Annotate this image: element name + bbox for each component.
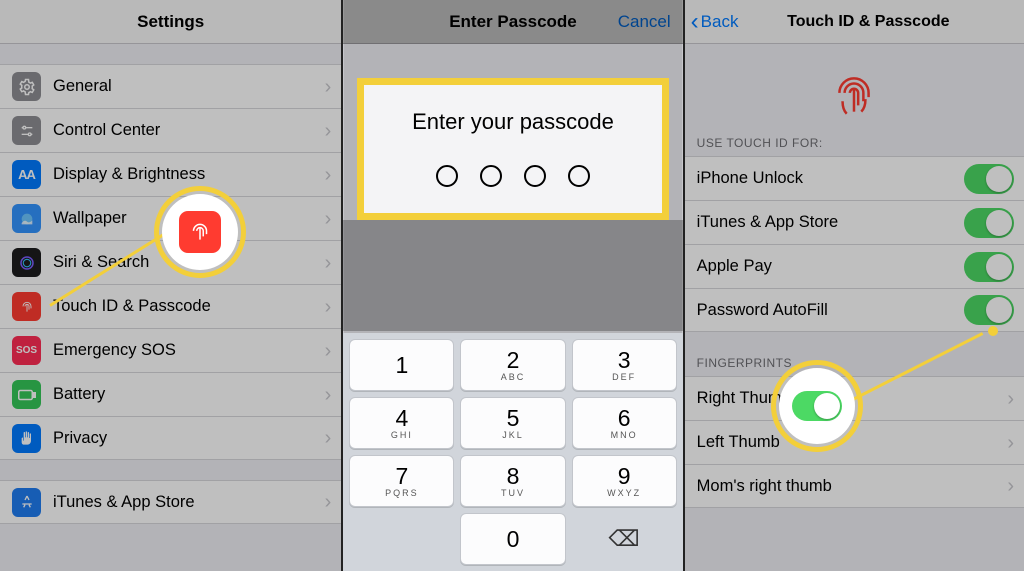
back-label: Back [701, 12, 739, 32]
key-5[interactable]: 5JKL [460, 397, 565, 449]
key-1[interactable]: 1 [349, 339, 454, 391]
fingerprints-group: FINGERPRINTS Right Thumb › Left Thumb › … [685, 352, 1024, 508]
row-label: Apple Pay [697, 257, 964, 276]
passcode-dot [480, 165, 502, 187]
passcode-prompt-card: Enter your passcode [357, 78, 668, 220]
settings-row-general[interactable]: General › [0, 64, 341, 108]
key-4[interactable]: 4GHI [349, 397, 454, 449]
row-label: Password AutoFill [697, 301, 964, 320]
numeric-keypad: 1 2ABC 3DEF 4GHI 5JKL 6MNO 7PQRS 8TUV 9W… [343, 333, 682, 571]
chevron-right-icon: › [325, 341, 332, 361]
chevron-right-icon: › [1007, 476, 1014, 496]
cancel-button[interactable]: Cancel [618, 0, 671, 44]
row-label: iTunes & App Store [53, 493, 325, 512]
row-label: Emergency SOS [53, 341, 325, 360]
fingerprint-hero-icon [685, 44, 1024, 124]
chevron-right-icon: › [325, 165, 332, 185]
chevron-right-icon: › [325, 297, 332, 317]
backspace-icon: ⌫ [609, 526, 640, 552]
passcode-dot [524, 165, 546, 187]
chevron-right-icon: › [325, 209, 332, 229]
sliders-icon [12, 116, 41, 145]
settings-row-wallpaper[interactable]: Wallpaper › [0, 196, 341, 240]
key-0[interactable]: 0 [460, 513, 565, 565]
sos-icon: SOS [12, 336, 41, 365]
wallpaper-icon [12, 204, 41, 233]
settings-row-siri[interactable]: Siri & Search › [0, 240, 341, 284]
passcode-panel: Enter Passcode Cancel Enter your passcod… [341, 0, 682, 571]
nav-title: Enter Passcode [449, 12, 577, 32]
key-2[interactable]: 2ABC [460, 339, 565, 391]
fingerprint-moms-right-thumb[interactable]: Mom's right thumb › [685, 464, 1024, 508]
chevron-left-icon: ‹ [691, 10, 699, 34]
row-label: Wallpaper [53, 209, 325, 228]
chevron-right-icon: › [1007, 433, 1014, 453]
switch-toggle[interactable] [964, 252, 1014, 282]
key-6[interactable]: 6MNO [572, 397, 677, 449]
hand-icon [12, 424, 41, 453]
toggle-itunes-appstore[interactable]: iTunes & App Store [685, 200, 1024, 244]
chevron-right-icon: › [325, 492, 332, 512]
toggle-iphone-unlock[interactable]: iPhone Unlock [685, 156, 1024, 200]
row-label: Privacy [53, 429, 325, 448]
row-label: Control Center [53, 121, 325, 140]
settings-row-control-center[interactable]: Control Center › [0, 108, 341, 152]
settings-row-display[interactable]: AA Display & Brightness › [0, 152, 341, 196]
nav-bar: Enter Passcode Cancel [343, 0, 682, 44]
switch-toggle[interactable] [964, 295, 1014, 325]
settings-row-battery[interactable]: Battery › [0, 372, 341, 416]
chevron-right-icon: › [325, 385, 332, 405]
settings-group-store: iTunes & App Store › [0, 480, 341, 524]
touchid-panel: ‹ Back Touch ID & Passcode USE TOUCH ID … [683, 0, 1024, 571]
battery-icon [12, 380, 41, 409]
key-8[interactable]: 8TUV [460, 455, 565, 507]
passcode-prompt: Enter your passcode [374, 109, 651, 135]
passcode-dots [374, 165, 651, 187]
chevron-right-icon: › [1007, 389, 1014, 409]
toggle-apple-pay[interactable]: Apple Pay [685, 244, 1024, 288]
row-label: Left Thumb [697, 433, 1008, 452]
nav-title: Touch ID & Passcode [787, 13, 949, 31]
row-label: iPhone Unlock [697, 169, 964, 188]
appstore-icon [12, 488, 41, 517]
settings-group-main: General › Control Center › AA Display & … [0, 64, 341, 460]
row-label: Touch ID & Passcode [53, 297, 325, 316]
row-label: Battery [53, 385, 325, 404]
passcode-dot [436, 165, 458, 187]
nav-bar: ‹ Back Touch ID & Passcode [685, 0, 1024, 44]
settings-row-privacy[interactable]: Privacy › [0, 416, 341, 460]
settings-row-sos[interactable]: SOS Emergency SOS › [0, 328, 341, 372]
chevron-right-icon: › [325, 253, 332, 273]
key-7[interactable]: 7PQRS [349, 455, 454, 507]
row-label: General [53, 77, 325, 96]
row-label: Display & Brightness [53, 165, 325, 184]
row-label: iTunes & App Store [697, 213, 964, 232]
chevron-right-icon: › [325, 77, 332, 97]
chevron-right-icon: › [325, 121, 332, 141]
section-header: FINGERPRINTS [685, 352, 1024, 376]
row-label: Siri & Search [53, 253, 325, 272]
chevron-right-icon: › [325, 428, 332, 448]
passcode-dot [568, 165, 590, 187]
section-header: USE TOUCH ID FOR: [685, 132, 1024, 156]
key-backspace[interactable]: ⌫ [572, 513, 677, 565]
fingerprint-left-thumb[interactable]: Left Thumb › [685, 420, 1024, 464]
fingerprint-icon [12, 292, 41, 321]
gear-icon [12, 72, 41, 101]
switch-toggle[interactable] [964, 164, 1014, 194]
use-touchid-group: USE TOUCH ID FOR: iPhone Unlock iTunes &… [685, 132, 1024, 332]
toggle-password-autofill[interactable]: Password AutoFill [685, 288, 1024, 332]
text-size-icon: AA [12, 160, 41, 189]
row-label: Mom's right thumb [697, 477, 1008, 496]
settings-panel: Settings General › Control Center › AA D… [0, 0, 341, 571]
switch-toggle[interactable] [964, 208, 1014, 238]
key-9[interactable]: 9WXYZ [572, 455, 677, 507]
nav-title: Settings [137, 12, 204, 32]
settings-row-appstore[interactable]: iTunes & App Store › [0, 480, 341, 524]
key-blank [349, 513, 454, 565]
back-button[interactable]: ‹ Back [691, 0, 739, 44]
key-3[interactable]: 3DEF [572, 339, 677, 391]
nav-bar: Settings [0, 0, 341, 44]
siri-icon [12, 248, 41, 277]
